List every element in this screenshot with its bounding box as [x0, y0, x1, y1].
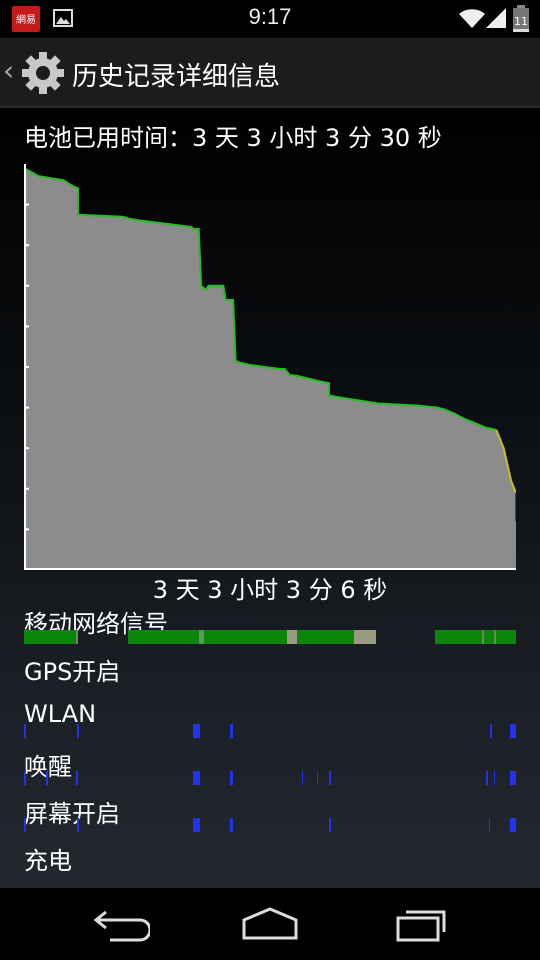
wlan-segment — [490, 724, 492, 738]
signal-segment — [203, 630, 288, 644]
wakelock-track — [24, 771, 516, 785]
wakelock-segment — [329, 771, 331, 785]
screen-on-segment — [488, 818, 491, 832]
battery-level-text: 11 — [514, 15, 528, 28]
wakelock-segment — [24, 771, 26, 785]
signal-segment — [434, 630, 482, 644]
battery-icon: 11 — [513, 5, 529, 32]
wakelock-segment — [75, 771, 79, 785]
wakelock-segment — [493, 771, 496, 785]
recents-button[interactable] — [394, 904, 450, 944]
signal-segment — [353, 630, 376, 644]
wlan-segment — [24, 724, 26, 738]
signal-segment — [484, 630, 494, 644]
signal-segment — [297, 630, 354, 644]
signal-icon — [486, 8, 506, 28]
screen-on-track — [24, 818, 516, 832]
battery-level-area — [24, 168, 516, 570]
signal-segment — [24, 630, 76, 644]
wakelock-segment — [316, 771, 319, 785]
signal-segment — [128, 630, 199, 644]
wakelock-segment — [192, 771, 201, 785]
home-button[interactable] — [240, 906, 300, 942]
back-caret-icon: ‹ — [3, 54, 15, 87]
gps-track — [24, 678, 516, 692]
history-duration: 3 天 3 小时 3 分 6 秒 — [152, 576, 388, 604]
battery-history-chart — [24, 164, 516, 570]
signal-segment — [496, 630, 516, 644]
screen-on-segment — [229, 818, 234, 832]
home-icon — [242, 907, 298, 940]
wakelock-segment — [301, 771, 304, 785]
wakelock-segment — [486, 771, 488, 785]
screen-on-segment — [24, 818, 26, 832]
action-bar: ‹ 历史记录详细信息 — [0, 38, 540, 108]
signal-track — [24, 630, 516, 644]
wlan-segment — [229, 724, 234, 738]
screen-on-segment — [77, 818, 79, 832]
up-navigation[interactable]: ‹ — [0, 38, 66, 108]
charging-track — [24, 865, 516, 879]
screen-on-segment — [510, 818, 516, 832]
wakelock-segment — [229, 771, 234, 785]
wlan-track — [24, 724, 516, 738]
signal-segment — [75, 630, 79, 644]
wifi-icon — [459, 9, 485, 28]
history-details-content: 电池已用时间：3 天 3 小时 3 分 30 秒 3 天 3 小时 3 分 6 … — [0, 108, 540, 888]
battery-used-time: 电池已用时间：3 天 3 小时 3 分 30 秒 — [24, 124, 442, 152]
wakelock-segment — [46, 771, 48, 785]
wlan-segment — [192, 724, 201, 738]
wlan-segment — [510, 724, 516, 738]
wakelock-segment — [510, 771, 516, 785]
recents-icon — [396, 910, 446, 942]
gear-icon — [22, 52, 64, 94]
navigation-bar — [0, 888, 540, 960]
screen-on-segment — [192, 818, 201, 832]
status-bar: 網易 9:17 11 — [0, 0, 540, 38]
signal-segment — [287, 630, 298, 644]
back-arrow-icon — [93, 910, 150, 942]
page-title: 历史记录详细信息 — [72, 62, 281, 92]
wlan-segment — [77, 724, 79, 738]
screen-on-segment — [329, 818, 331, 832]
back-button[interactable] — [90, 908, 150, 944]
